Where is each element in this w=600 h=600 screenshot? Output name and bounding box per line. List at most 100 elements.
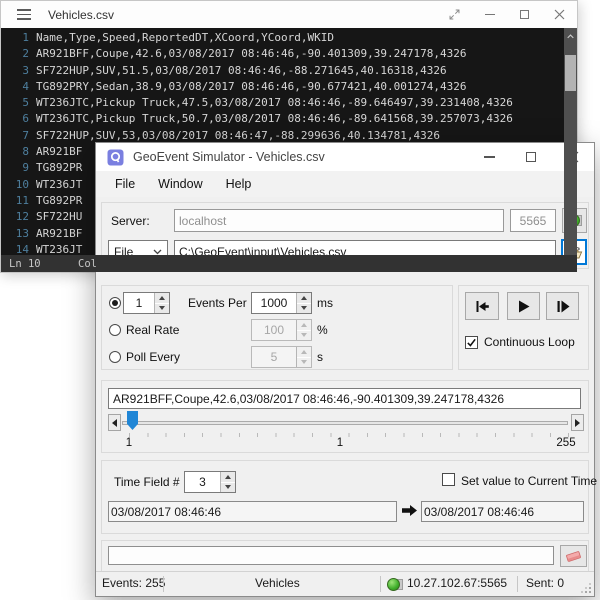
statusbar: Events: 255 Vehicles 10.27.102.67:5565 S… [96,571,594,596]
continuous-loop-checkbox[interactable] [465,336,478,349]
time-from-field[interactable]: 03/08/2017 08:46:46 [108,501,397,522]
expand-icon[interactable] [437,1,472,28]
menubar: File Window Help [96,171,594,197]
real-rate-radio[interactable] [109,324,121,336]
feed-name: Vehicles [255,576,300,590]
editor-titlebar: Vehicles.csv [1,1,577,28]
simulator-window: GeoEvent Simulator - Vehicles.csv File W… [95,142,595,597]
current-event-field[interactable]: AR921BFF,Coupe,42.6,03/08/2017 08:46:46,… [108,388,581,409]
events-count: Events: 255 [102,576,165,590]
simulator-title: GeoEvent Simulator - Vehicles.csv [133,150,325,164]
slider-min-label: 1 [120,437,138,449]
real-rate-label: Real Rate [126,323,179,337]
maximize-icon[interactable] [507,1,542,28]
server-host-field[interactable]: localhost [174,209,504,232]
close-icon[interactable] [542,1,577,28]
poll-every-radio[interactable] [109,351,121,363]
statusbar-separator [380,576,381,592]
spinner-up-icon[interactable] [221,472,235,482]
connection-status-icon [387,577,403,591]
clear-button[interactable] [560,545,587,567]
slider-track[interactable] [122,421,568,425]
spinner-down-icon [297,330,311,341]
poll-unit-label: s [317,350,323,364]
geoevent-logo-icon [107,149,124,166]
real-rate-stepper: 100 [251,319,312,341]
scrollbar-thumb[interactable] [565,55,576,91]
time-group: Time Field # 3 Set value to Current Time… [101,460,589,534]
server-port-field[interactable]: 5565 [510,209,556,232]
rate-group: 1 Events Per 1000 ms Real Rate 100 % Pol… [101,285,453,370]
play-button[interactable] [507,292,540,320]
slider-thumb[interactable] [127,411,138,430]
slider-left-button[interactable] [108,414,121,431]
step-button[interactable] [546,292,579,320]
slider-max-label: 255 [554,437,578,449]
events-count-stepper[interactable]: 1 [123,292,170,314]
editor-scrollbar[interactable] [564,28,577,272]
play-icon [518,300,530,313]
event-group: AR921BFF,Coupe,42.6,03/08/2017 08:46:46,… [101,380,589,453]
editor-title: Vehicles.csv [48,8,114,22]
interval-unit-label: ms [317,296,333,310]
spinner-down-icon[interactable] [297,303,311,314]
code-line: 4TG892PRY,Sedan,38.9,03/08/2017 08:46:46… [1,79,564,95]
left-triangle-icon [112,419,117,427]
spinner-up-icon [297,320,311,330]
arrow-right-icon [401,504,418,517]
maximize-icon[interactable] [510,143,552,171]
scroll-up-icon[interactable] [567,33,574,40]
statusbar-separator [163,576,164,592]
spinner-down-icon[interactable] [221,482,235,493]
spinner-up-icon[interactable] [297,293,311,303]
poll-stepper: 5 [251,346,312,368]
endpoint-text: 10.27.102.67:5565 [407,576,507,590]
time-to-field[interactable]: 03/08/2017 08:46:46 [421,501,584,522]
real-rate-unit-label: % [317,323,328,337]
statusbar-separator [517,576,518,592]
check-icon [466,337,477,348]
server-label: Server: [111,214,150,228]
spinner-up-icon [297,347,311,357]
interval-stepper[interactable]: 1000 [251,292,312,314]
events-per-radio[interactable] [109,297,121,309]
hamburger-icon[interactable] [17,9,31,20]
code-line: 6WT236JTC,Pickup Truck,50.7,03/08/2017 0… [1,111,564,127]
eraser-icon [564,549,583,563]
progress-bar [108,546,554,565]
code-line: 1Name,Type,Speed,ReportedDT,XCoord,YCoor… [1,30,564,46]
skip-start-icon [475,300,490,313]
current-time-checkbox[interactable] [442,473,455,486]
spinner-up-icon[interactable] [155,293,169,303]
poll-every-label: Poll Every [126,350,180,364]
code-line: 3SF722HUP,SUV,51.5,03/08/2017 08:46:46,-… [1,63,564,79]
current-time-label: Set value to Current Time [461,474,597,488]
skip-to-start-button[interactable] [465,292,499,320]
col-indicator: Col [78,258,97,270]
code-line: 2AR921BFF,Coupe,42.6,03/08/2017 08:46:46… [1,46,564,62]
slider-mid-label: 1 [330,437,350,449]
step-forward-icon [556,300,570,313]
simulator-titlebar: GeoEvent Simulator - Vehicles.csv [96,143,594,171]
editor-statusbar: Ln 10 Col [1,255,577,272]
menu-file[interactable]: File [108,174,142,194]
minimize-icon[interactable] [472,1,507,28]
right-triangle-icon [575,419,580,427]
minimize-icon[interactable] [468,143,510,171]
resize-grip[interactable] [589,591,591,593]
spinner-down-icon[interactable] [155,303,169,314]
time-field-stepper[interactable]: 3 [184,471,236,493]
sent-count: Sent: 0 [526,576,564,590]
menu-window[interactable]: Window [151,174,209,194]
code-line: 5WT236JTC,Pickup Truck,47.5,03/08/2017 0… [1,95,564,111]
desktop: Vehicles.csv 1Name,Type,Speed,ReportedDT… [0,0,600,600]
playback-group: Continuous Loop [458,285,589,370]
events-per-label: Events Per [188,296,247,310]
line-indicator: Ln 10 [9,258,41,270]
time-field-label: Time Field # [114,475,180,489]
slider-right-button[interactable] [571,414,584,431]
progress-group [101,540,589,573]
spinner-down-icon [297,357,311,368]
continuous-loop-label: Continuous Loop [484,335,575,349]
menu-help[interactable]: Help [219,174,259,194]
